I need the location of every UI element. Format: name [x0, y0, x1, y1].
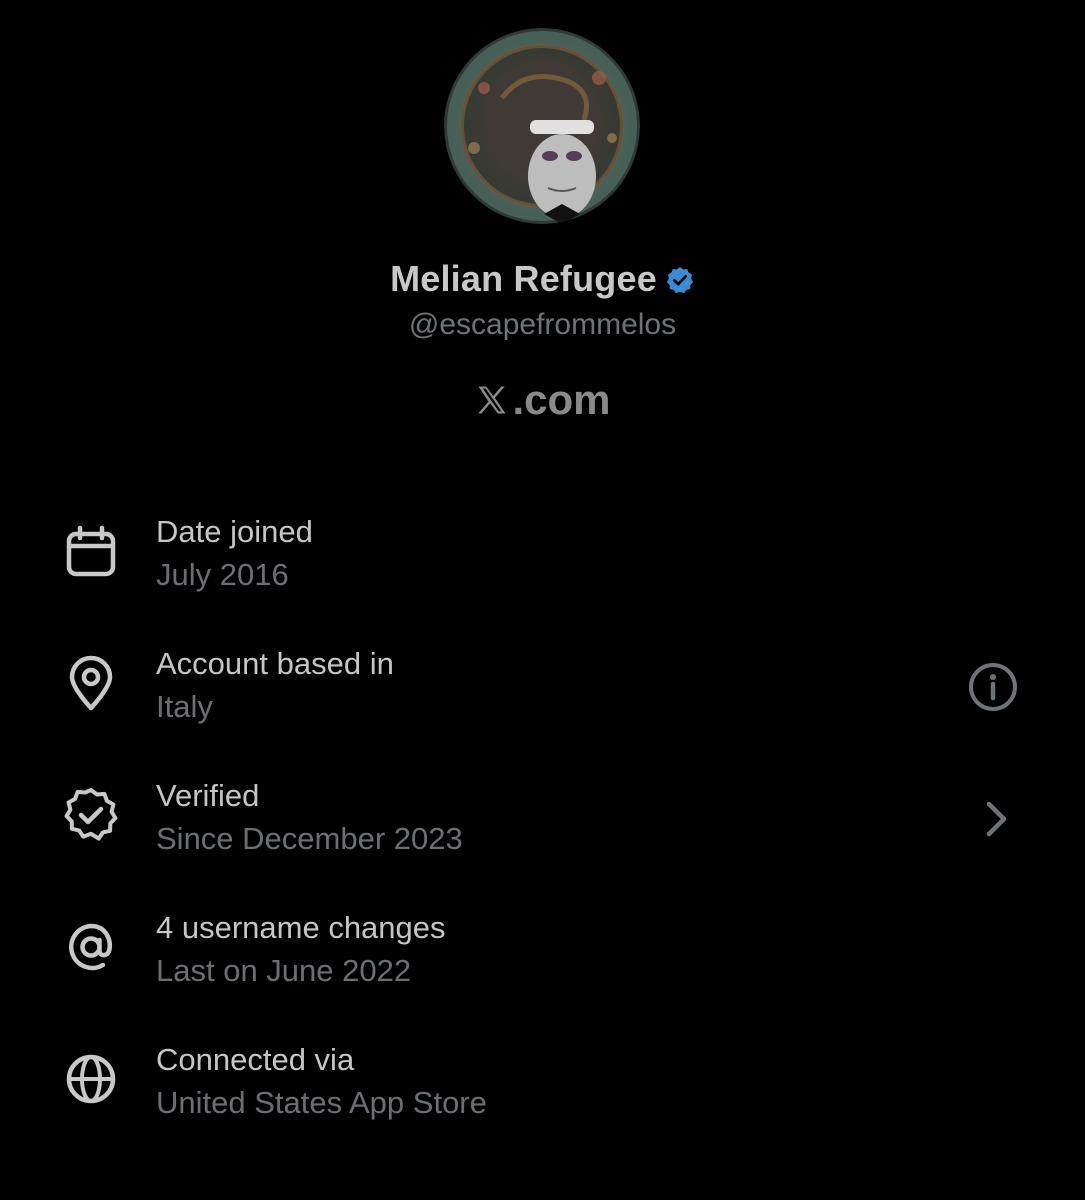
row-text: Connected via United States App Store — [156, 1040, 487, 1126]
info-row-username-changes: 4 username changes Last on June 2022 — [0, 896, 1085, 1006]
verified-badge-icon[interactable] — [665, 265, 695, 295]
info-icon[interactable] — [966, 660, 1020, 714]
row-text: Account based in Italy — [156, 644, 394, 730]
name-row: Melian Refugee — [0, 258, 1085, 300]
chevron-right-icon[interactable] — [970, 792, 1024, 846]
row-label: Connected via — [156, 1042, 355, 1077]
row-value: July 2016 — [156, 557, 289, 592]
row-text: Verified Since December 2023 — [156, 776, 463, 862]
row-text: Date joined July 2016 — [156, 512, 313, 598]
row-label: Date joined — [156, 514, 313, 549]
row-value: Italy — [156, 689, 213, 724]
profile-header: Melian Refugee @escapefrommelos .com — [0, 0, 1085, 450]
profile-avatar[interactable] — [444, 28, 640, 224]
row-label: Verified — [156, 778, 260, 813]
calendar-icon — [60, 520, 122, 582]
row-label: 4 username changes — [156, 910, 446, 945]
info-row-account-based-in[interactable]: Account based in Italy — [0, 632, 1085, 742]
row-label: Account based in — [156, 646, 394, 681]
info-row-verified[interactable]: Verified Since December 2023 — [0, 764, 1085, 874]
x-logo-icon — [474, 382, 510, 418]
row-value: Since December 2023 — [156, 821, 463, 856]
info-row-connected-via: Connected via United States App Store — [0, 1028, 1085, 1138]
brand-row: .com — [0, 376, 1085, 424]
location-pin-icon — [60, 652, 122, 714]
at-sign-icon — [60, 916, 122, 978]
verified-check-icon — [60, 784, 122, 846]
display-name: Melian Refugee — [390, 258, 657, 299]
handle: @escapefrommelos — [408, 308, 677, 341]
avatar-image — [444, 28, 640, 224]
row-value: Last on June 2022 — [156, 953, 412, 988]
globe-icon — [60, 1048, 122, 1110]
brand-text: .com — [512, 376, 611, 423]
row-text: 4 username changes Last on June 2022 — [156, 908, 446, 994]
info-row-date-joined: Date joined July 2016 — [0, 500, 1085, 610]
row-value: United States App Store — [156, 1085, 487, 1120]
